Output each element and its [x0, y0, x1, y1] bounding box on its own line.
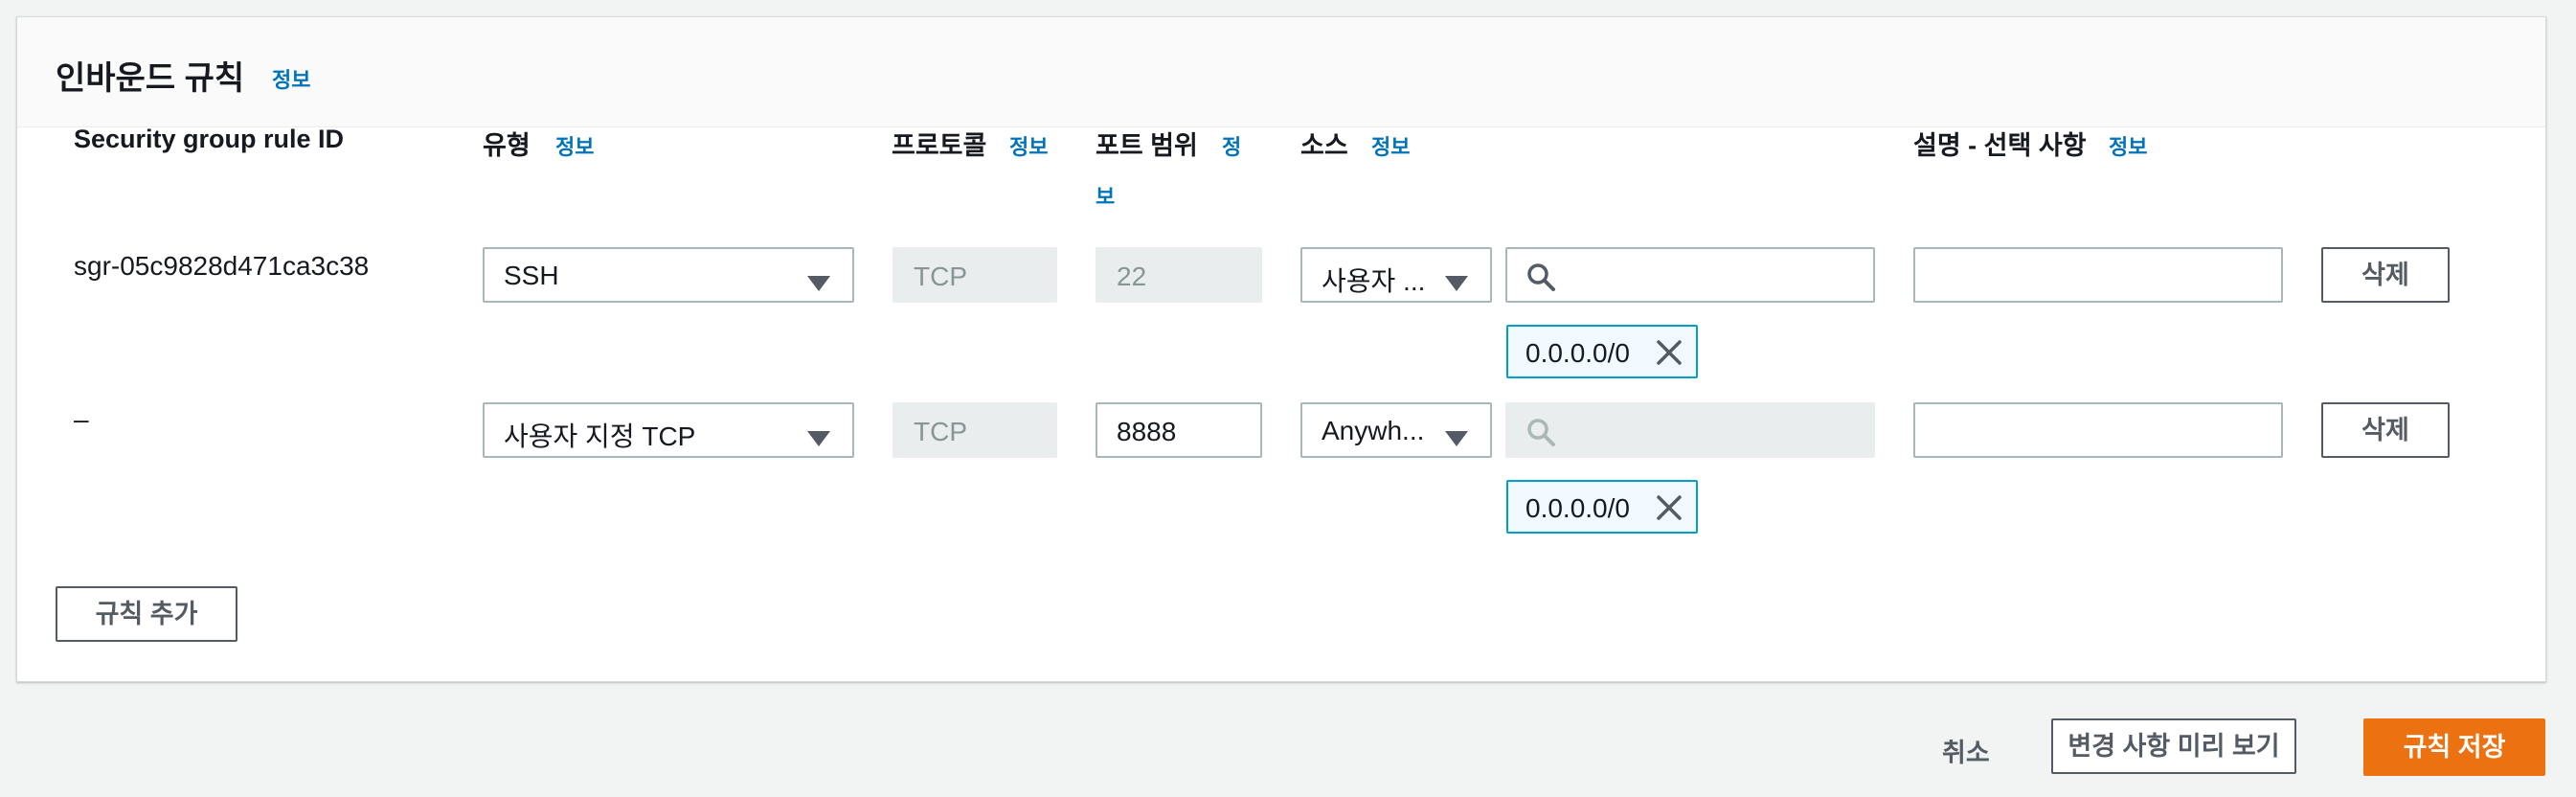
description-input[interactable] — [1913, 247, 2283, 303]
panel-header: 인바운드 규칙 정보 — [17, 17, 2545, 127]
type-select[interactable]: SSH — [483, 247, 854, 303]
rule-id: sgr-05c9828d471ca3c38 — [74, 251, 370, 281]
port-info-link-part2[interactable]: 보 — [1096, 180, 1115, 211]
panel-info-link[interactable]: 정보 — [272, 63, 310, 94]
caret-down-icon — [806, 423, 831, 454]
description-input[interactable] — [1913, 402, 2283, 458]
panel-title: 인바운드 규칙 — [56, 60, 245, 97]
caret-down-icon — [1444, 423, 1469, 454]
source-select-value: 사용자 ... — [1322, 266, 1426, 296]
port-range-field: 22 — [1096, 247, 1262, 303]
cidr-token: 0.0.0.0/0 — [1506, 325, 1698, 378]
source-select[interactable]: 사용자 ... — [1300, 247, 1492, 303]
delete-button[interactable]: 삭제 — [2321, 402, 2450, 458]
delete-button[interactable]: 삭제 — [2321, 247, 2450, 303]
col-header-rule-id: Security group rule ID — [74, 125, 345, 153]
port-range-value: 22 — [1117, 262, 1147, 291]
source-select-value: Anywh... — [1322, 416, 1425, 445]
close-icon[interactable] — [1656, 339, 1683, 373]
description-info-link[interactable]: 정보 — [2109, 130, 2147, 161]
col-header-source: 소스 — [1300, 131, 1348, 160]
port-range-input[interactable]: 8888 — [1096, 402, 1262, 458]
caret-down-icon — [1444, 268, 1469, 299]
port-info-link-part1[interactable]: 정 — [1222, 130, 1241, 161]
protocol-field: TCP — [893, 247, 1057, 303]
source-search-input[interactable] — [1505, 247, 1875, 303]
cidr-token: 0.0.0.0/0 — [1506, 480, 1698, 534]
preview-changes-button[interactable]: 변경 사항 미리 보기 — [2051, 718, 2296, 774]
protocol-info-link[interactable]: 정보 — [1009, 130, 1048, 161]
type-info-link[interactable]: 정보 — [555, 130, 594, 161]
col-header-description: 설명 - 선택 사항 — [1913, 131, 2087, 160]
search-icon — [1526, 418, 1555, 453]
save-rules-button[interactable]: 규칙 저장 — [2363, 718, 2545, 776]
source-search-input — [1505, 402, 1875, 458]
source-info-link[interactable]: 정보 — [1371, 130, 1410, 161]
cidr-token-value: 0.0.0.0/0 — [1525, 493, 1630, 523]
close-icon[interactable] — [1656, 494, 1683, 528]
inbound-rules-panel: 인바운드 규칙 정보 — [16, 16, 2546, 682]
protocol-value: TCP — [914, 262, 967, 291]
port-range-value: 8888 — [1117, 417, 1177, 446]
type-select-value: SSH — [504, 261, 559, 290]
search-icon — [1526, 262, 1555, 298]
rule-id: – — [74, 404, 89, 434]
type-select[interactable]: 사용자 지정 TCP — [483, 402, 854, 458]
protocol-value: TCP — [914, 417, 967, 446]
col-header-protocol: 프로토콜 — [892, 131, 987, 160]
add-rule-button[interactable]: 규칙 추가 — [56, 586, 237, 642]
source-select[interactable]: Anywh... — [1300, 402, 1492, 458]
col-header-type: 유형 — [483, 131, 531, 160]
cidr-token-value: 0.0.0.0/0 — [1525, 338, 1630, 368]
cancel-button[interactable]: 취소 — [1942, 732, 1990, 769]
protocol-field: TCP — [893, 402, 1057, 458]
col-header-port-range: 포트 범위 — [1096, 131, 1198, 160]
caret-down-icon — [806, 268, 831, 299]
type-select-value: 사용자 지정 TCP — [504, 421, 696, 451]
